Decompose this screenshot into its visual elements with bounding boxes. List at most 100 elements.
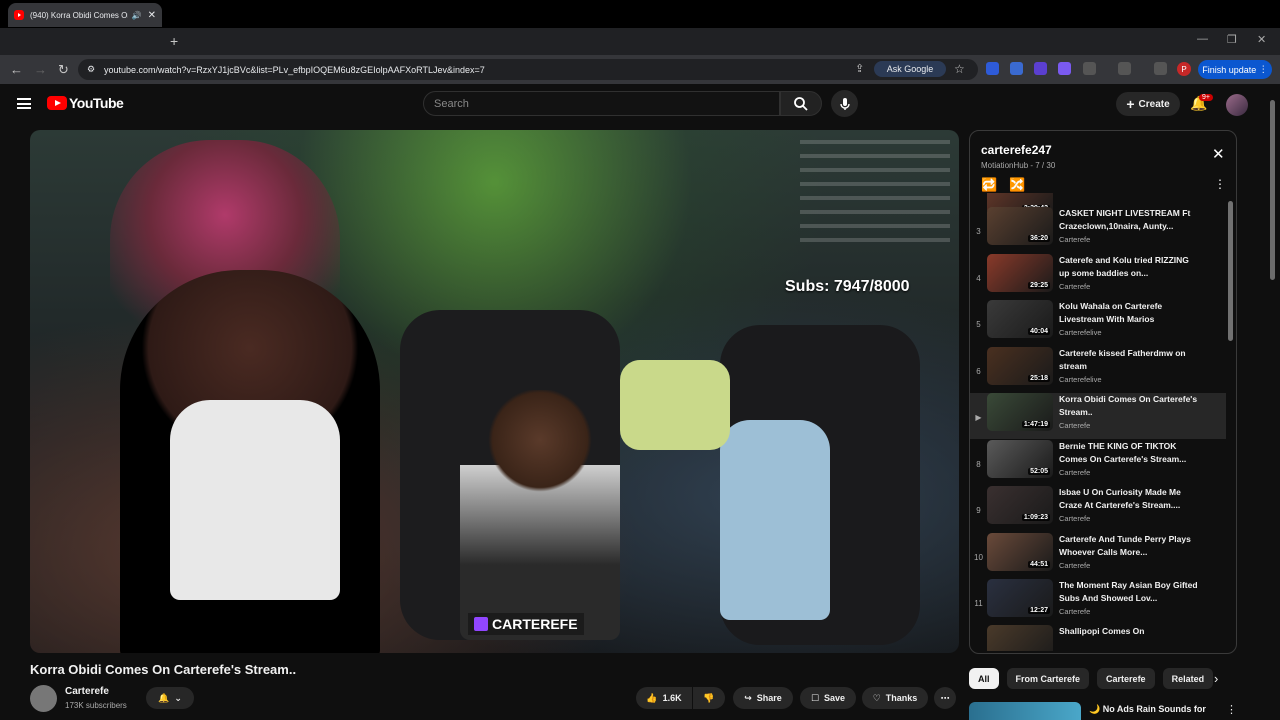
youtube-logo-icon[interactable] [47, 96, 67, 110]
channel-avatar[interactable] [30, 685, 57, 712]
share-button[interactable]: ↪ Share [733, 687, 793, 709]
reload-icon[interactable]: ↻ [58, 62, 69, 78]
playlist-item-meta: Kolu Wahala on Carterefe Livestream With… [1059, 300, 1199, 337]
playlist-item[interactable]: 6 25:18 Carterefe kissed Fatherdmw on stre… [970, 347, 1226, 393]
playlist-item-index: 6 [976, 367, 981, 376]
install-icon[interactable]: ⇪ [855, 62, 864, 75]
url-text: youtube.com/watch?v=RzxYJ1jcBVc&list=PLv… [104, 64, 485, 75]
dislike-button[interactable]: 👎 [693, 687, 725, 709]
watermark-text: CARTEREFE [492, 616, 578, 632]
extension-n-icon[interactable] [986, 62, 999, 75]
blue-dress [720, 420, 830, 620]
playlist-title[interactable]: carterefe247 [981, 143, 1052, 157]
site-info-icon[interactable]: ⚙ [87, 64, 95, 75]
minimize-icon[interactable]: — [1197, 33, 1208, 45]
create-button[interactable]: + Create [1116, 92, 1180, 116]
ask-google-button[interactable]: Ask Google [874, 61, 946, 77]
browser-tab[interactable]: (940) Korra Obidi Comes On 🔊 ✕ [8, 3, 162, 27]
new-tab-icon[interactable]: + [170, 33, 178, 49]
playlist-item-index: 3 [976, 227, 981, 236]
menu-icon[interactable] [17, 98, 31, 109]
channel-name[interactable]: Carterefe [65, 686, 109, 697]
playlist-item[interactable]: 3 36:20 CASKET NIGHT LIVESTREAM Ft Crazecl… [970, 207, 1226, 253]
media-controls-icon[interactable] [1154, 62, 1167, 75]
playlist-item-channel: Carterefe [1059, 468, 1091, 477]
chip-from-carterefe[interactable]: From Carterefe [1006, 668, 1090, 689]
recommendation-title[interactable]: 🌙 No Ads Rain Sounds for [1089, 704, 1206, 715]
playlist-item[interactable]: 8 52:05 Bernie THE KING OF TIKTOK Comes On… [970, 440, 1226, 486]
shuffle-icon[interactable]: 🔀 [1009, 177, 1025, 193]
playlist-item-meta: Caterefe and Kolu tried RIZZING up some … [1059, 254, 1199, 291]
close-tab-icon[interactable]: ✕ [148, 10, 156, 21]
playlist-item-index: 4 [976, 274, 981, 283]
playlist-item[interactable]: 10 44:51 Carterefe And Tunde Perry Plays W… [970, 533, 1226, 579]
close-window-icon[interactable]: ✕ [1257, 33, 1266, 46]
duration-badge: 40:04 [1028, 328, 1050, 335]
recommendation-more-icon[interactable]: ⋮ [1226, 703, 1237, 716]
like-count: 1.6K [662, 693, 682, 703]
subscriber-count: 173K subscribers [65, 701, 127, 710]
close-playlist-icon[interactable]: ✕ [1212, 145, 1225, 163]
voice-search-button[interactable] [831, 90, 858, 117]
bookmark-star-icon[interactable]: ☆ [954, 62, 965, 76]
subscribe-notifications-button[interactable]: 🔔 ⌄ [146, 687, 194, 709]
forward-icon[interactable]: → [34, 62, 47, 77]
duration-badge: 44:51 [1028, 561, 1050, 568]
playlist-item[interactable]: 11 12:27 The Moment Ray Asian Boy Gifted S… [970, 579, 1226, 625]
person-background [620, 360, 730, 450]
tab-search-icon[interactable] [1118, 62, 1131, 75]
stream-chat-overlay [800, 140, 950, 250]
finish-update-button[interactable]: Finish update ⋮ [1198, 60, 1272, 79]
playlist-item[interactable]: 5 40:04 Kolu Wahala on Carterefe Livestrea… [970, 300, 1226, 346]
playlist-item[interactable]: 4 29:25 Caterefe and Kolu tried RIZZING up… [970, 254, 1226, 300]
notification-count-badge: 9+ [1199, 94, 1213, 101]
playlist-item[interactable]: ▶ 1:47:19 Korra Obidi Comes On Carterefe's… [970, 393, 1226, 439]
browser-profile-avatar[interactable]: P [1177, 62, 1191, 76]
playlist-item-meta: Carterefe kissed Fatherdmw on stream Cart… [1059, 347, 1199, 384]
playlist-item[interactable]: 9 1:09:23 Isbae U On Curiosity Made Me Cra… [970, 486, 1226, 532]
playlist-item-thumbnail: 44:51 [987, 533, 1053, 571]
screen-top-bar [0, 0, 1280, 28]
playlist-item-title: Kolu Wahala on Carterefe Livestream With… [1059, 301, 1163, 324]
subs-counter-overlay: Subs: 7947/8000 [785, 278, 910, 295]
playlist-scrollbar[interactable] [1228, 201, 1233, 341]
account-avatar[interactable] [1226, 94, 1248, 116]
chips-next-icon[interactable]: › [1214, 671, 1218, 686]
playlist-item-thumbnail: 12:27 [987, 579, 1053, 617]
playlist-item-title: Bernie THE KING OF TIKTOK Comes On Carte… [1059, 441, 1187, 464]
search-input[interactable]: Search [423, 91, 780, 116]
playlist-item-thumbnail: 29:25 [987, 254, 1053, 292]
video-player[interactable] [30, 130, 959, 653]
youtube-logo-text[interactable]: YouTube [69, 95, 124, 111]
like-button[interactable]: 👍 1.6K [636, 687, 692, 709]
search-button[interactable] [780, 91, 822, 116]
playlist-item-index [970, 193, 987, 197]
playlist-item-index: 11 [974, 599, 983, 608]
playlist-item-index: ▶ [975, 413, 982, 422]
more-actions-button[interactable]: ⋯ [934, 687, 956, 709]
url-input[interactable]: ⚙ youtube.com/watch?v=RzxYJ1jcBVc&list=P… [78, 59, 978, 80]
playlist-more-icon[interactable]: ⋮ [1214, 177, 1226, 191]
playlist-item[interactable]: Shallipopi Comes On [970, 625, 1226, 651]
chip-all[interactable]: All [969, 668, 999, 689]
playlist-item-thumbnail: 1:09:23 [987, 486, 1053, 524]
playlist-item-index: 8 [976, 460, 981, 469]
playlist-item-channel: Carterefe [1059, 235, 1091, 244]
loop-icon[interactable]: 🔁 [981, 177, 997, 193]
save-button[interactable]: ☐ Save [800, 687, 856, 709]
restore-icon[interactable]: ❐ [1227, 33, 1237, 46]
extensions-puzzle-icon[interactable] [1083, 62, 1096, 75]
extension-translate-icon[interactable] [1010, 62, 1023, 75]
extension-shield-icon[interactable] [1034, 62, 1047, 75]
playlist-item-channel: Carterefe [1059, 607, 1091, 616]
page-scrollbar[interactable] [1270, 100, 1275, 280]
thanks-button[interactable]: ♡ Thanks [862, 687, 928, 709]
recommendation-thumbnail[interactable] [969, 702, 1081, 720]
extension-cloud-icon[interactable] [1058, 62, 1071, 75]
chip-carterefe[interactable]: Carterefe [1097, 668, 1155, 689]
back-icon[interactable]: ← [10, 62, 23, 77]
channel-watermark: CARTEREFE [468, 613, 584, 635]
chip-related[interactable]: Related [1162, 668, 1214, 689]
ask-google-label: Ask Google [886, 64, 934, 74]
duration-badge: 1:47:19 [1021, 421, 1050, 428]
